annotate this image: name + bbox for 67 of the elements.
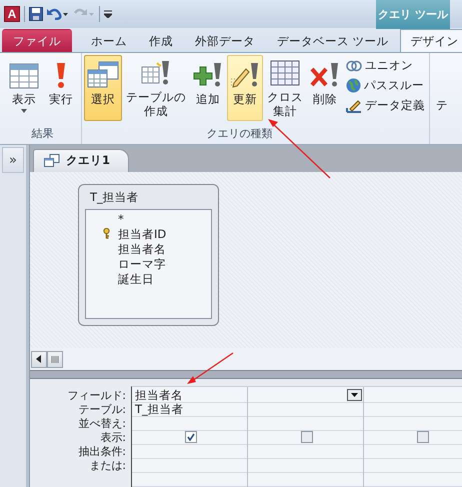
ribbon-button[interactable]: 実行: [43, 55, 79, 121]
field-name[interactable]: 誕生日: [118, 272, 154, 287]
caret-icon: [350, 392, 358, 397]
row-label: テーブル:: [78, 402, 126, 417]
ribbon-small-button[interactable]: ユニオン: [344, 57, 427, 74]
row-label: 抽出条件:: [78, 444, 126, 459]
key-icon: [103, 228, 110, 240]
grid-icon: [270, 59, 300, 87]
field-name[interactable]: 担当者名: [118, 242, 166, 257]
ruler-pencil-icon: [346, 98, 362, 113]
context-header: クエリ ツール: [376, 0, 450, 29]
grid-cell[interactable]: T_担当者: [134, 402, 184, 417]
left-arrow-icon: [36, 355, 42, 364]
ribbon-button[interactable]: 削除: [307, 55, 343, 121]
group-label: 結果: [30, 126, 54, 142]
rings-icon: [346, 60, 362, 72]
table-icon: [9, 63, 39, 89]
dropdown-button[interactable]: [346, 388, 362, 401]
caret-icon: [21, 109, 27, 113]
undo-icon[interactable]: [47, 8, 69, 20]
ribbon-button[interactable]: テーブルの 作成: [123, 55, 189, 121]
table-field-list[interactable]: T_担当者 * 担当者ID 担当者名 ローマ字 誕生日: [78, 184, 219, 326]
field-name[interactable]: *: [118, 212, 124, 226]
save-icon[interactable]: [29, 7, 43, 21]
ribbon-tab[interactable]: ホーム: [80, 29, 138, 52]
show-checkbox[interactable]: [416, 431, 429, 444]
check-icon: [186, 433, 195, 442]
ribbon-small-button[interactable]: データ定義: [344, 97, 427, 114]
customize-icon[interactable]: [104, 10, 112, 18]
ribbon-button[interactable]: 更新: [227, 55, 263, 121]
arrow: [187, 352, 234, 384]
ribbon-tab[interactable]: 外部データ: [184, 29, 266, 52]
table-exclamation-icon: [141, 59, 171, 87]
row-label: 並べ替え:: [78, 416, 126, 431]
plus-exclamation-icon: [193, 61, 223, 89]
scroll-thumb[interactable]: [46, 350, 63, 368]
tables-icon: [87, 61, 119, 89]
ribbon-small-button[interactable]: パススルー: [344, 77, 427, 94]
show-checkbox[interactable]: [300, 431, 313, 444]
field-name[interactable]: 担当者ID: [118, 226, 166, 242]
app-logo[interactable]: A: [4, 6, 20, 22]
ribbon-button[interactable]: 追加: [190, 55, 226, 121]
ribbon-button[interactable]: クロス 集計: [264, 55, 306, 121]
document-tab[interactable]: クエリ1: [32, 148, 129, 172]
grid-cell[interactable]: 担当者名: [134, 388, 183, 403]
row-label: または:: [89, 458, 126, 473]
group-label: クエリの種類: [206, 126, 274, 142]
grip-icon: [50, 356, 59, 363]
field-name[interactable]: ローマ字: [118, 256, 166, 272]
ribbon-button[interactable]: 表示: [6, 55, 42, 121]
ribbon-button[interactable]: 選択: [84, 55, 122, 121]
pencil-exclamation-icon: [230, 61, 260, 89]
ribbon-tab[interactable]: 作成: [138, 29, 184, 52]
x-exclamation-icon: [310, 61, 340, 89]
row-label: フィールド:: [67, 388, 126, 403]
query-icon: [44, 154, 60, 168]
show-checkbox[interactable]: [184, 431, 197, 444]
ribbon-tab[interactable]: データベース ツール: [266, 29, 400, 52]
table-name: T_担当者: [88, 188, 140, 206]
nav-pane-toggle[interactable]: »: [2, 147, 24, 173]
ribbon-tab[interactable]: デザイン: [400, 29, 462, 52]
ribbon-button[interactable]: テ: [430, 53, 448, 144]
globe-icon: [346, 78, 361, 93]
scroll-left-button[interactable]: [30, 350, 47, 368]
row-label: 表示:: [100, 430, 126, 445]
ribbon-tab[interactable]: ファイル: [2, 29, 72, 52]
exclamation-icon: [54, 61, 68, 89]
